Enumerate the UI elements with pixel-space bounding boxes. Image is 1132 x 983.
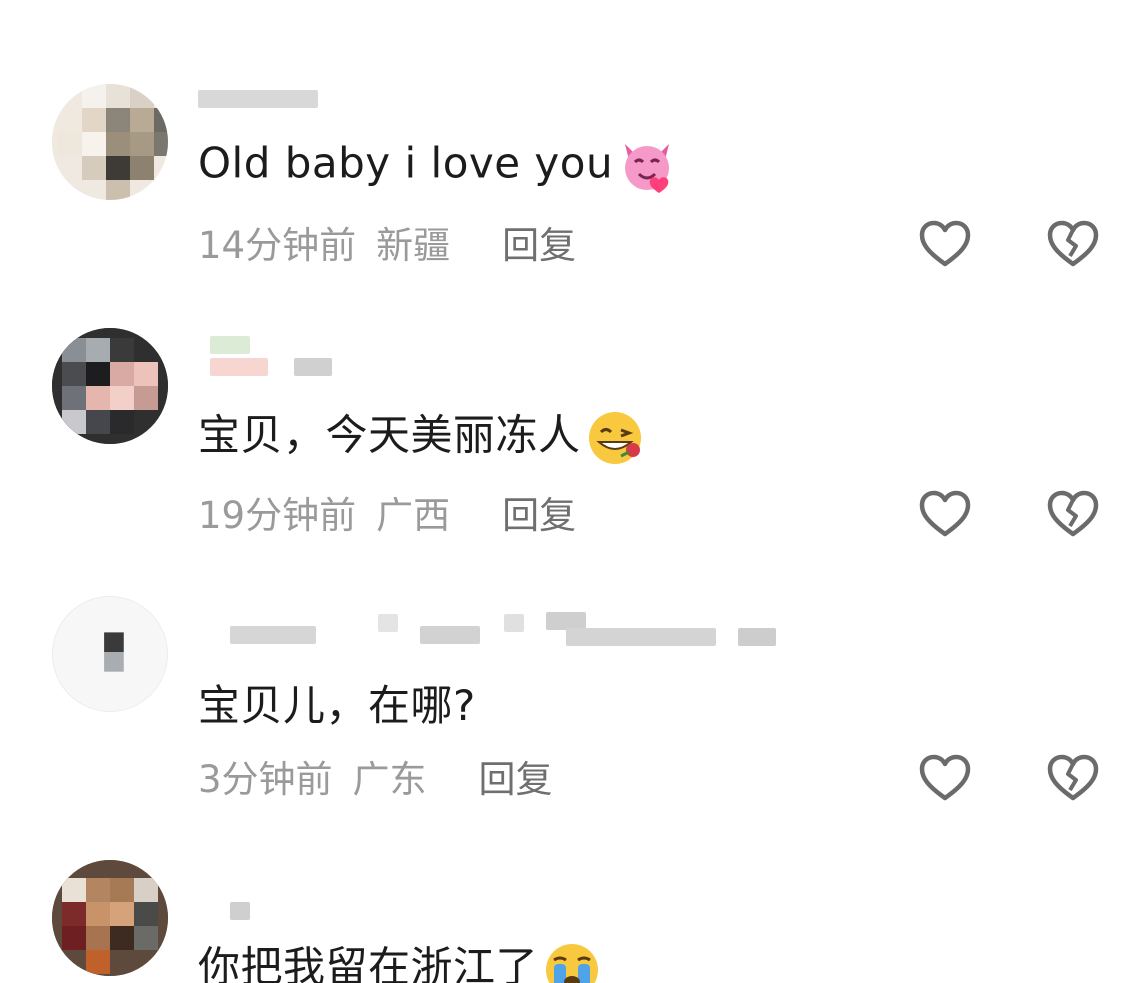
avatar[interactable]: [52, 860, 168, 976]
crying-face-emoji: [546, 944, 599, 983]
comment-time: 14分钟前: [198, 224, 357, 267]
winking-face-rose-emoji: [588, 412, 641, 464]
broken-heart-icon[interactable]: [1046, 220, 1100, 268]
comment-meta: 3分钟前 广东 回复: [198, 756, 553, 804]
blurred-avatar-image: [52, 860, 168, 976]
heart-outline-icon[interactable]: [918, 220, 972, 268]
comment-region: 新疆: [376, 224, 451, 267]
blurred-avatar-image: [52, 328, 168, 444]
blurred-avatar-image: [53, 597, 167, 711]
comment-text: 宝贝，今天美丽冻人: [198, 406, 647, 470]
username[interactable]: [198, 80, 778, 120]
heart-outline-icon[interactable]: [918, 754, 972, 802]
comment-text: Old baby i love you: [198, 134, 679, 198]
avatar[interactable]: [52, 84, 168, 200]
avatar[interactable]: [52, 596, 168, 712]
broken-heart-icon[interactable]: [1046, 754, 1100, 802]
comment-item: 宝贝儿，在哪? 3分钟前 广东 回复: [0, 596, 1132, 866]
comment-meta: 14分钟前 新疆 回复: [198, 222, 576, 270]
smiling-imp-heart-emoji: [625, 144, 670, 193]
comment-item: 你把我留在浙江了: [0, 860, 1132, 983]
comment-region: 广西: [376, 494, 451, 537]
avatar[interactable]: [52, 328, 168, 444]
username[interactable]: [198, 612, 778, 652]
reply-button[interactable]: 回复: [502, 494, 576, 537]
comment-meta: 19分钟前 广西 回复: [198, 492, 576, 540]
username[interactable]: [198, 894, 778, 934]
username[interactable]: [198, 330, 778, 376]
heart-outline-icon[interactable]: [918, 490, 972, 538]
comment-text: 你把我留在浙江了: [198, 938, 604, 983]
blurred-avatar-image: [52, 84, 168, 200]
comment-text: 宝贝儿，在哪?: [198, 681, 476, 730]
broken-heart-icon[interactable]: [1046, 490, 1100, 538]
comment-item: 宝贝，今天美丽冻人 19分钟前 广西 回复: [0, 328, 1132, 600]
comment-time: 19分钟前: [198, 494, 357, 537]
comment-time: 3分钟前: [198, 758, 333, 801]
reply-button[interactable]: 回复: [502, 224, 576, 267]
comment-item: Old baby i love you 14分钟前 新疆 回复: [0, 62, 1132, 332]
reply-button[interactable]: 回复: [479, 758, 553, 801]
comment-region: 广东: [352, 758, 427, 801]
